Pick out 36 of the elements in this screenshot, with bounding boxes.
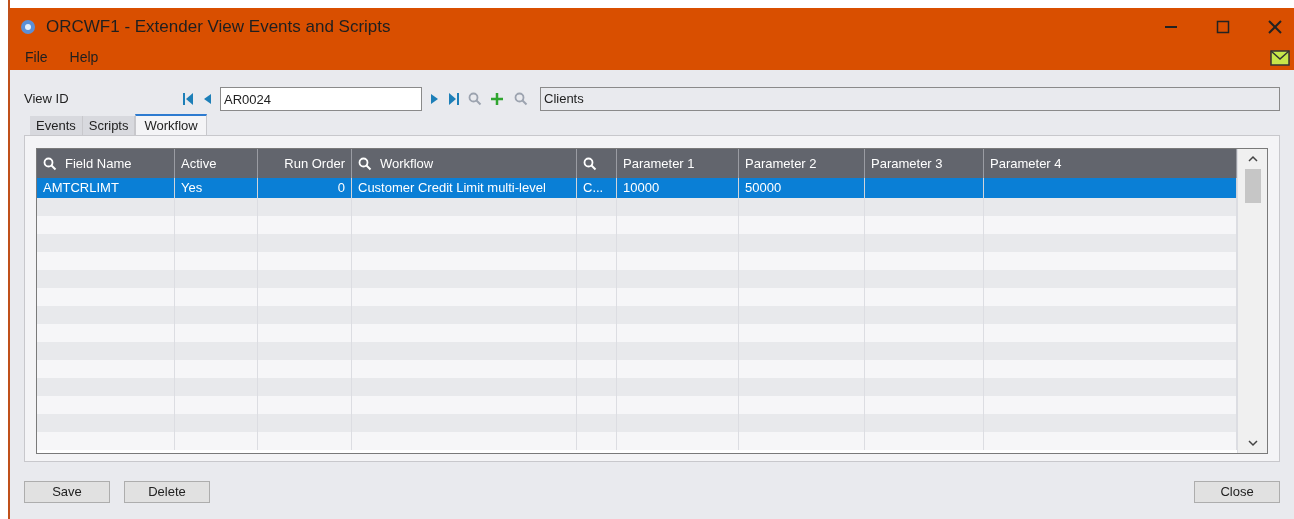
next-record-icon[interactable] [430, 92, 440, 106]
table-row[interactable]: AMTCRLIMT Yes 0 Customer Credit Limit multi-level C... 10000 50000 [37, 178, 1237, 198]
scroll-thumb[interactable] [1244, 169, 1261, 203]
tab[interactable]: Scripts [82, 116, 136, 135]
add-icon[interactable] [490, 92, 504, 106]
close-icon[interactable] [1268, 19, 1282, 34]
table-cell-text: 50000 [745, 179, 782, 198]
scroll-up-icon[interactable] [1247, 155, 1258, 163]
mail-icon[interactable] [1270, 49, 1290, 66]
action-button[interactable]: Save [24, 481, 110, 503]
menu-item[interactable]: File [25, 47, 48, 68]
menu-item[interactable]: Help [69, 47, 99, 68]
action-button[interactable]: Delete [124, 481, 210, 503]
view-id-label: View ID [24, 90, 70, 109]
last-record-icon[interactable] [448, 92, 460, 106]
search-icon[interactable] [43, 156, 57, 171]
first-record-icon[interactable] [182, 92, 194, 106]
table-cell-text: AMTCRLIMT [43, 179, 119, 198]
tab[interactable]: Events [30, 116, 83, 135]
window-title: ORCWF1 - Extender View Events and Scripts [46, 15, 391, 38]
table-cell-text: 0 [337, 179, 345, 198]
close-button[interactable]: Close [1194, 481, 1280, 503]
previous-record-icon[interactable] [202, 92, 212, 106]
search-icon[interactable] [583, 156, 597, 171]
table-cell-text: C... [583, 179, 604, 198]
view-id-field[interactable]: AR0024 [220, 87, 422, 111]
search-icon[interactable] [358, 156, 372, 171]
table-cell-text: 10000 [623, 179, 660, 198]
scrollbar[interactable] [1237, 149, 1267, 453]
table-cell-text: Yes [181, 179, 203, 198]
app-icon [20, 18, 36, 35]
description-field: Clients [540, 87, 1280, 111]
scroll-down-icon[interactable] [1247, 439, 1258, 447]
table-cell-text: Customer Credit Limit multi-level [358, 179, 546, 198]
tab[interactable]: Workflow [135, 114, 207, 135]
maximize-icon[interactable] [1216, 19, 1230, 34]
